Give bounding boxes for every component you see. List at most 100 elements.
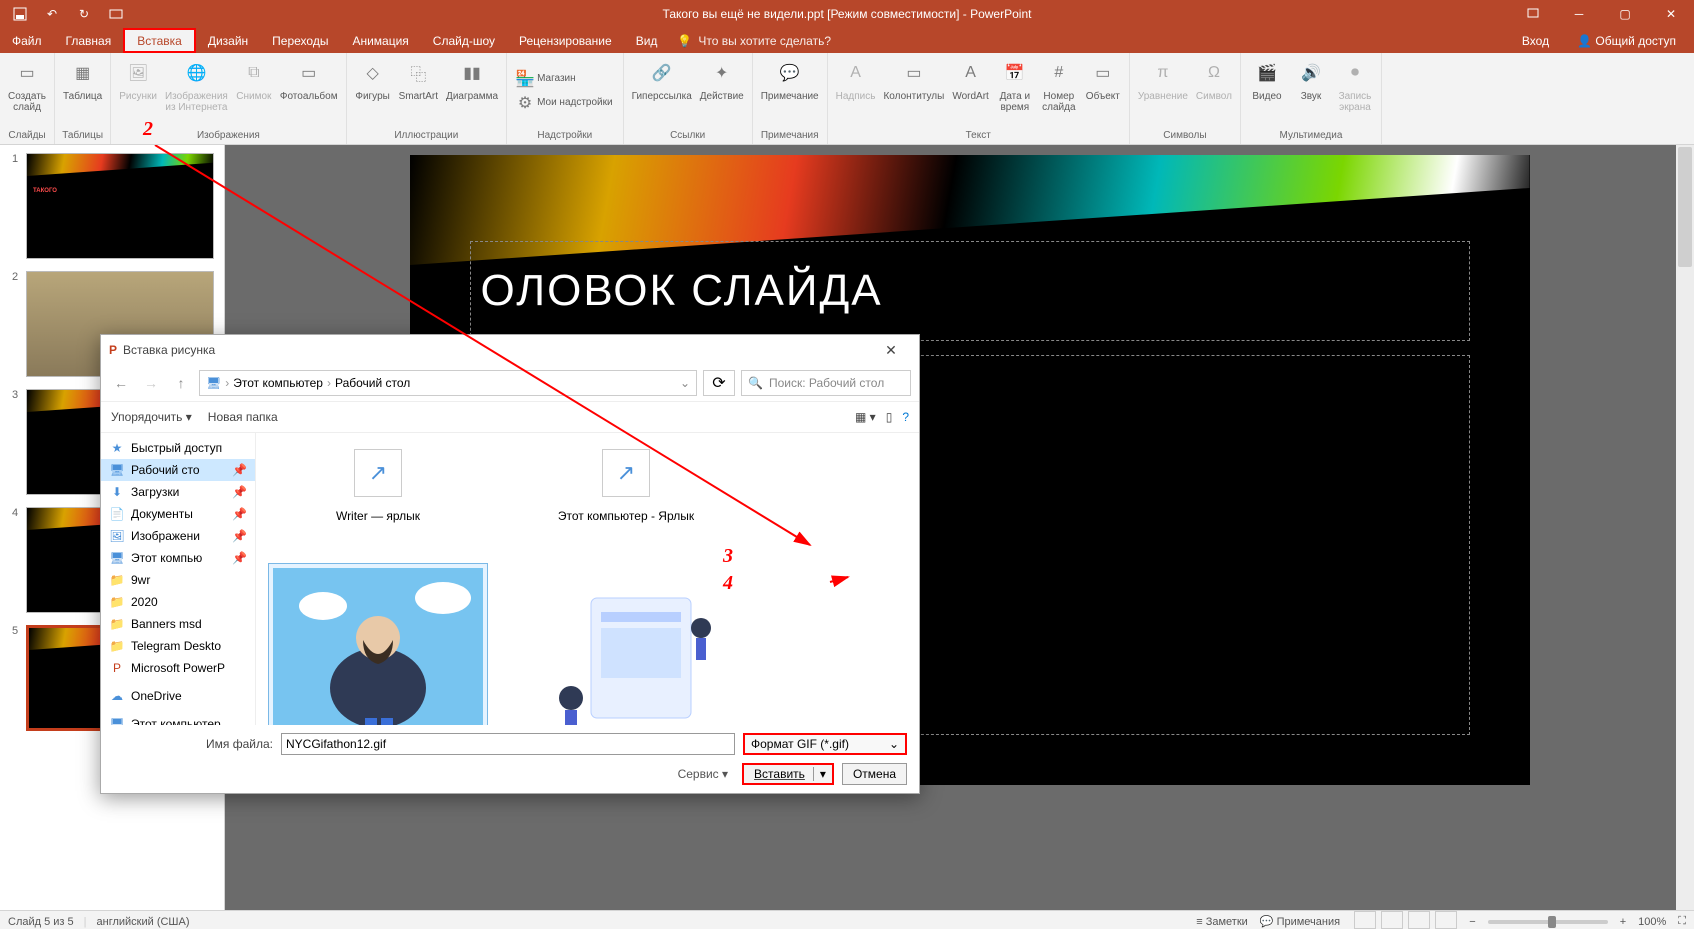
tree-folder-banners[interactable]: 📁Banners msd [101, 613, 255, 635]
smartart-button[interactable]: ⿻SmartArt [395, 55, 442, 104]
tab-file[interactable]: Файл [0, 28, 54, 53]
search-box[interactable]: 🔍 Поиск: Рабочий стол [741, 370, 911, 396]
tab-slideshow[interactable]: Слайд-шоу [421, 28, 507, 53]
tree-documents[interactable]: 📄Документы📌 [101, 503, 255, 525]
file-type-filter[interactable]: Формат GIF (*.gif) ⌄ [743, 733, 907, 755]
organize-button[interactable]: Упорядочить ▾ [111, 410, 192, 424]
tab-animations[interactable]: Анимация [340, 28, 420, 53]
audio-button[interactable]: 🔊Звук [1289, 55, 1333, 104]
maximize-button[interactable]: ▢ [1602, 0, 1648, 28]
object-button[interactable]: ▭Объект [1081, 55, 1125, 104]
file-item-gif1[interactable]: NYCGifathon12.gif [264, 563, 492, 725]
folder-tree[interactable]: ★Быстрый доступ 🖥Рабочий сто📌 ⬇Загрузки📌… [101, 433, 256, 725]
nav-back-button[interactable]: ← [109, 371, 133, 395]
fit-to-window-button[interactable]: ⛶ [1678, 915, 1686, 928]
action-button[interactable]: ✦Действие [696, 55, 748, 104]
tell-me-search[interactable]: 💡 Что вы хотите сделать? [677, 28, 831, 53]
vertical-scrollbar[interactable] [1676, 145, 1694, 910]
preview-pane-button[interactable]: ▯ [886, 410, 893, 424]
online-pictures-button[interactable]: 🌐Изображения из Интернета [161, 55, 232, 115]
close-button[interactable]: ✕ [1648, 0, 1694, 28]
notes-button[interactable]: ≡ Заметки [1196, 916, 1248, 928]
textbox-button[interactable]: AНадпись [832, 55, 880, 104]
zoom-slider[interactable] [1488, 920, 1608, 924]
pictures-button[interactable]: 🖼Рисунки [115, 55, 161, 104]
shapes-button[interactable]: ◇Фигуры [351, 55, 395, 104]
dialog-titlebar[interactable]: P Вставка рисунка ✕ [101, 335, 919, 365]
wordart-button[interactable]: AWordArt [948, 55, 993, 104]
file-item-thispc[interactable]: ↗ Этот компьютер - Ярлык [512, 441, 740, 523]
tab-home[interactable]: Главная [54, 28, 124, 53]
slide-count[interactable]: Слайд 5 из 5 [8, 916, 74, 928]
insert-dropdown-arrow[interactable]: ▾ [813, 767, 832, 781]
screenshot-button[interactable]: ⧉Снимок [232, 55, 276, 104]
undo-button[interactable]: ↶ [38, 2, 66, 26]
zoom-out-button[interactable]: − [1469, 916, 1475, 928]
file-item-writer[interactable]: ↗ Writer — ярлык [264, 441, 492, 523]
view-mode-button[interactable]: ▦ ▾ [855, 410, 876, 424]
store-button[interactable]: 🏪Магазин [511, 67, 582, 91]
tree-thispc[interactable]: 🖥Этот компью📌 [101, 547, 255, 569]
slide-number-button[interactable]: #Номер слайда [1037, 55, 1081, 115]
tree-pictures[interactable]: 🖼Изображени📌 [101, 525, 255, 547]
dialog-close-button[interactable]: ✕ [871, 336, 911, 364]
tab-design[interactable]: Дизайн [196, 28, 260, 53]
minimize-button[interactable]: ─ [1556, 0, 1602, 28]
tree-folder-telegram[interactable]: 📁Telegram Deskto [101, 635, 255, 657]
sorter-view-button[interactable] [1381, 911, 1403, 929]
tree-thispc2[interactable]: 🖥Этот компьютер [101, 713, 255, 725]
refresh-button[interactable]: ⟳ [703, 370, 735, 396]
zoom-level[interactable]: 100% [1638, 916, 1666, 928]
help-button[interactable]: ? [902, 410, 909, 424]
normal-view-button[interactable] [1354, 911, 1376, 929]
header-footer-button[interactable]: ▭Колонтитулы [879, 55, 948, 104]
redo-button[interactable]: ↻ [70, 2, 98, 26]
nav-forward-button[interactable]: → [139, 371, 163, 395]
crumb-desktop[interactable]: Рабочий стол [335, 376, 410, 390]
zoom-in-button[interactable]: + [1620, 916, 1626, 928]
hyperlink-button[interactable]: 🔗Гиперссылка [628, 55, 696, 104]
my-addins-button[interactable]: ⚙Мои надстройки [511, 91, 619, 115]
tree-desktop[interactable]: 🖥Рабочий сто📌 [101, 459, 255, 481]
share-button[interactable]: 👤 Общий доступ [1569, 34, 1684, 48]
equation-button[interactable]: πУравнение [1134, 55, 1192, 104]
file-item-gif2[interactable]: анализ.gif [512, 563, 740, 725]
tab-insert[interactable]: Вставка [123, 28, 196, 53]
tree-quick-access[interactable]: ★Быстрый доступ [101, 437, 255, 459]
title-placeholder[interactable]: ОЛОВОК СЛАЙДА [470, 241, 1470, 341]
video-button[interactable]: 🎬Видео [1245, 55, 1289, 104]
tab-review[interactable]: Рецензирование [507, 28, 624, 53]
chart-button[interactable]: ▮▮Диаграмма [442, 55, 502, 104]
save-button[interactable] [6, 2, 34, 26]
new-slide-button[interactable]: ▭Создать слайд [4, 55, 50, 115]
service-button[interactable]: Сервис ▾ [678, 767, 728, 781]
crumb-thispc[interactable]: Этот компьютер [233, 376, 323, 390]
slide-thumbnail[interactable]: ТАКОГО [26, 153, 214, 259]
file-list[interactable]: ↗ Writer — ярлык ↗ Этот компьютер - Ярлы… [256, 433, 919, 725]
tree-folder-2020[interactable]: 📁2020 [101, 591, 255, 613]
symbol-button[interactable]: ΩСимвол [1192, 55, 1236, 104]
breadcrumb[interactable]: 🖥 › Этот компьютер › Рабочий стол ⌄ [199, 370, 697, 396]
tab-transitions[interactable]: Переходы [260, 28, 340, 53]
language-indicator[interactable]: английский (США) [97, 916, 190, 928]
datetime-button[interactable]: 📅Дата и время [993, 55, 1037, 115]
comment-button[interactable]: 💬Примечание [757, 55, 823, 104]
ribbon-options-button[interactable] [1510, 0, 1556, 28]
table-button[interactable]: ▦Таблица [59, 55, 106, 104]
signin-button[interactable]: Вход [1514, 34, 1557, 48]
tab-view[interactable]: Вид [624, 28, 670, 53]
tree-folder-9wr[interactable]: 📁9wr [101, 569, 255, 591]
start-from-beginning-button[interactable] [102, 2, 130, 26]
tree-onedrive[interactable]: ☁OneDrive [101, 685, 255, 707]
photo-album-button[interactable]: ▭Фотоальбом [276, 55, 342, 104]
reading-view-button[interactable] [1408, 911, 1430, 929]
comments-button[interactable]: 💬 Примечания [1260, 915, 1340, 928]
insert-button[interactable]: Вставить ▾ [742, 763, 834, 785]
filename-input[interactable] [281, 733, 735, 755]
screen-recording-button[interactable]: ⏺Запись экрана [1333, 55, 1377, 115]
new-folder-button[interactable]: Новая папка [208, 410, 278, 424]
tree-downloads[interactable]: ⬇Загрузки📌 [101, 481, 255, 503]
tree-msppt[interactable]: PMicrosoft PowerP [101, 657, 255, 679]
slideshow-view-button[interactable] [1435, 911, 1457, 929]
cancel-button[interactable]: Отмена [842, 763, 907, 785]
